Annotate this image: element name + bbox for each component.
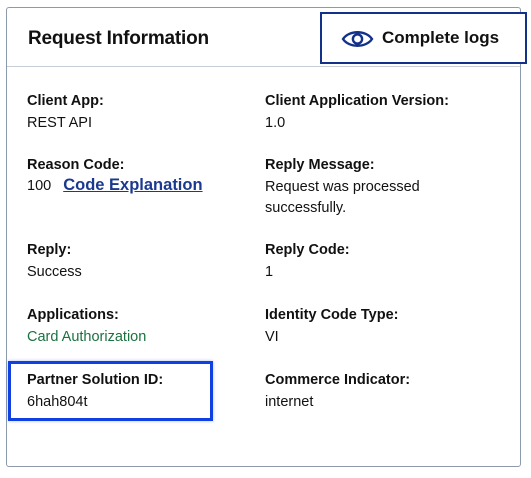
field-reply-message: Reply Message: Request was processed suc…	[265, 156, 455, 219]
reply-message-value: Request was processed successfully.	[265, 179, 420, 216]
card-title: Request Information	[28, 28, 209, 49]
reply-code-value: 1	[265, 264, 274, 280]
applications-label: Applications:	[27, 307, 119, 323]
field-reply: Reply: Success	[27, 241, 82, 283]
field-client-app: Client App: REST API	[27, 92, 104, 134]
reply-value: Success	[27, 264, 82, 280]
reply-code-label: Reply Code:	[265, 242, 350, 258]
commerce-indicator-value: internet	[265, 394, 314, 410]
field-partner-solution-id: Partner Solution ID: 6hah804t	[27, 371, 163, 413]
field-identity-code-type: Identity Code Type: VI	[265, 306, 398, 348]
complete-logs-button[interactable]: Complete logs	[320, 12, 527, 64]
reason-code-label: Reason Code:	[27, 157, 125, 173]
card-header: Request Information Complete logs	[7, 8, 527, 67]
client-app-version-label: Client Application Version:	[265, 93, 449, 109]
eye-icon	[341, 31, 374, 47]
client-app-value: REST API	[27, 115, 93, 131]
reply-message-label: Reply Message:	[265, 157, 375, 173]
client-app-label: Client App:	[27, 93, 104, 109]
complete-logs-label: Complete logs	[382, 28, 500, 47]
reply-label: Reply:	[27, 242, 72, 258]
commerce-indicator-label: Commerce Indicator:	[265, 372, 411, 388]
client-app-version-value: 1.0	[265, 115, 286, 131]
reason-code-value: 100	[27, 178, 52, 194]
partner-solution-id-value: 6hah804t	[27, 394, 88, 410]
field-applications: Applications: Card Authorization	[27, 306, 146, 348]
field-reason-code: Reason Code: 100 Code Explanation	[27, 156, 203, 195]
partner-solution-id-label: Partner Solution ID:	[27, 372, 164, 388]
identity-code-type-label: Identity Code Type:	[265, 307, 399, 323]
field-client-app-version: Client Application Version: 1.0	[265, 92, 449, 134]
code-explanation-link[interactable]: Code Explanation	[63, 176, 202, 195]
field-reply-code: Reply Code: 1	[265, 241, 350, 283]
identity-code-type-value: VI	[265, 329, 279, 345]
field-commerce-indicator: Commerce Indicator: internet	[265, 371, 410, 413]
applications-value[interactable]: Card Authorization	[27, 327, 146, 348]
